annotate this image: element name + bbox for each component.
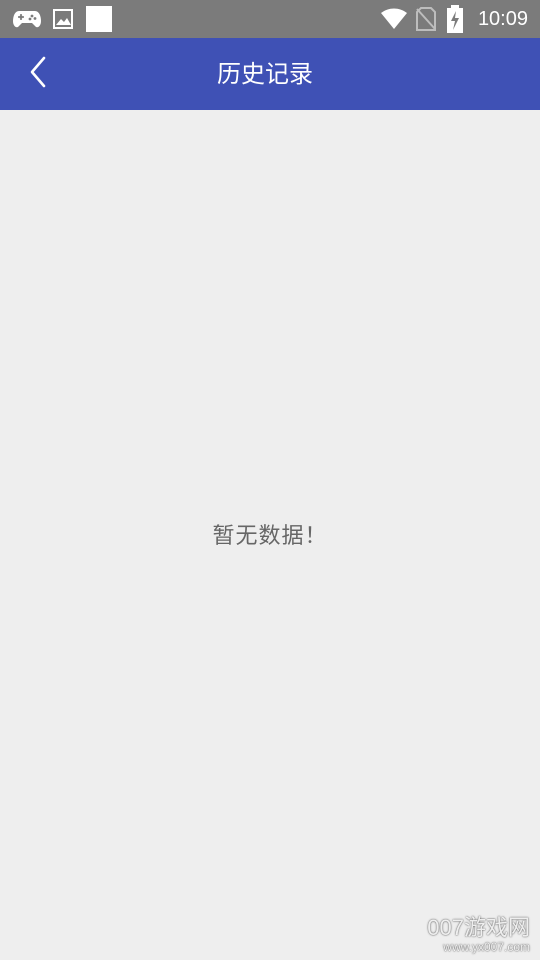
blank-square-icon xyxy=(86,0,112,38)
wifi-icon xyxy=(380,0,408,38)
battery-charging-icon xyxy=(446,0,464,38)
empty-state-message: 暂无数据！ xyxy=(212,524,328,549)
gamepad-icon xyxy=(12,0,42,38)
no-sim-icon xyxy=(416,0,436,38)
page-title: 历史记录 xyxy=(217,60,313,88)
watermark: 007游戏网 www.yx007.com xyxy=(410,915,530,955)
app-bar: 历史记录 xyxy=(0,38,540,110)
image-icon xyxy=(52,0,74,38)
watermark-url: www.yx007.com xyxy=(443,940,530,954)
status-bar: 10:09 xyxy=(0,0,540,38)
watermark-title: 007游戏网 xyxy=(427,915,530,940)
content-area: 暂无数据！ xyxy=(0,110,540,960)
status-time: 10:09 xyxy=(477,8,528,30)
